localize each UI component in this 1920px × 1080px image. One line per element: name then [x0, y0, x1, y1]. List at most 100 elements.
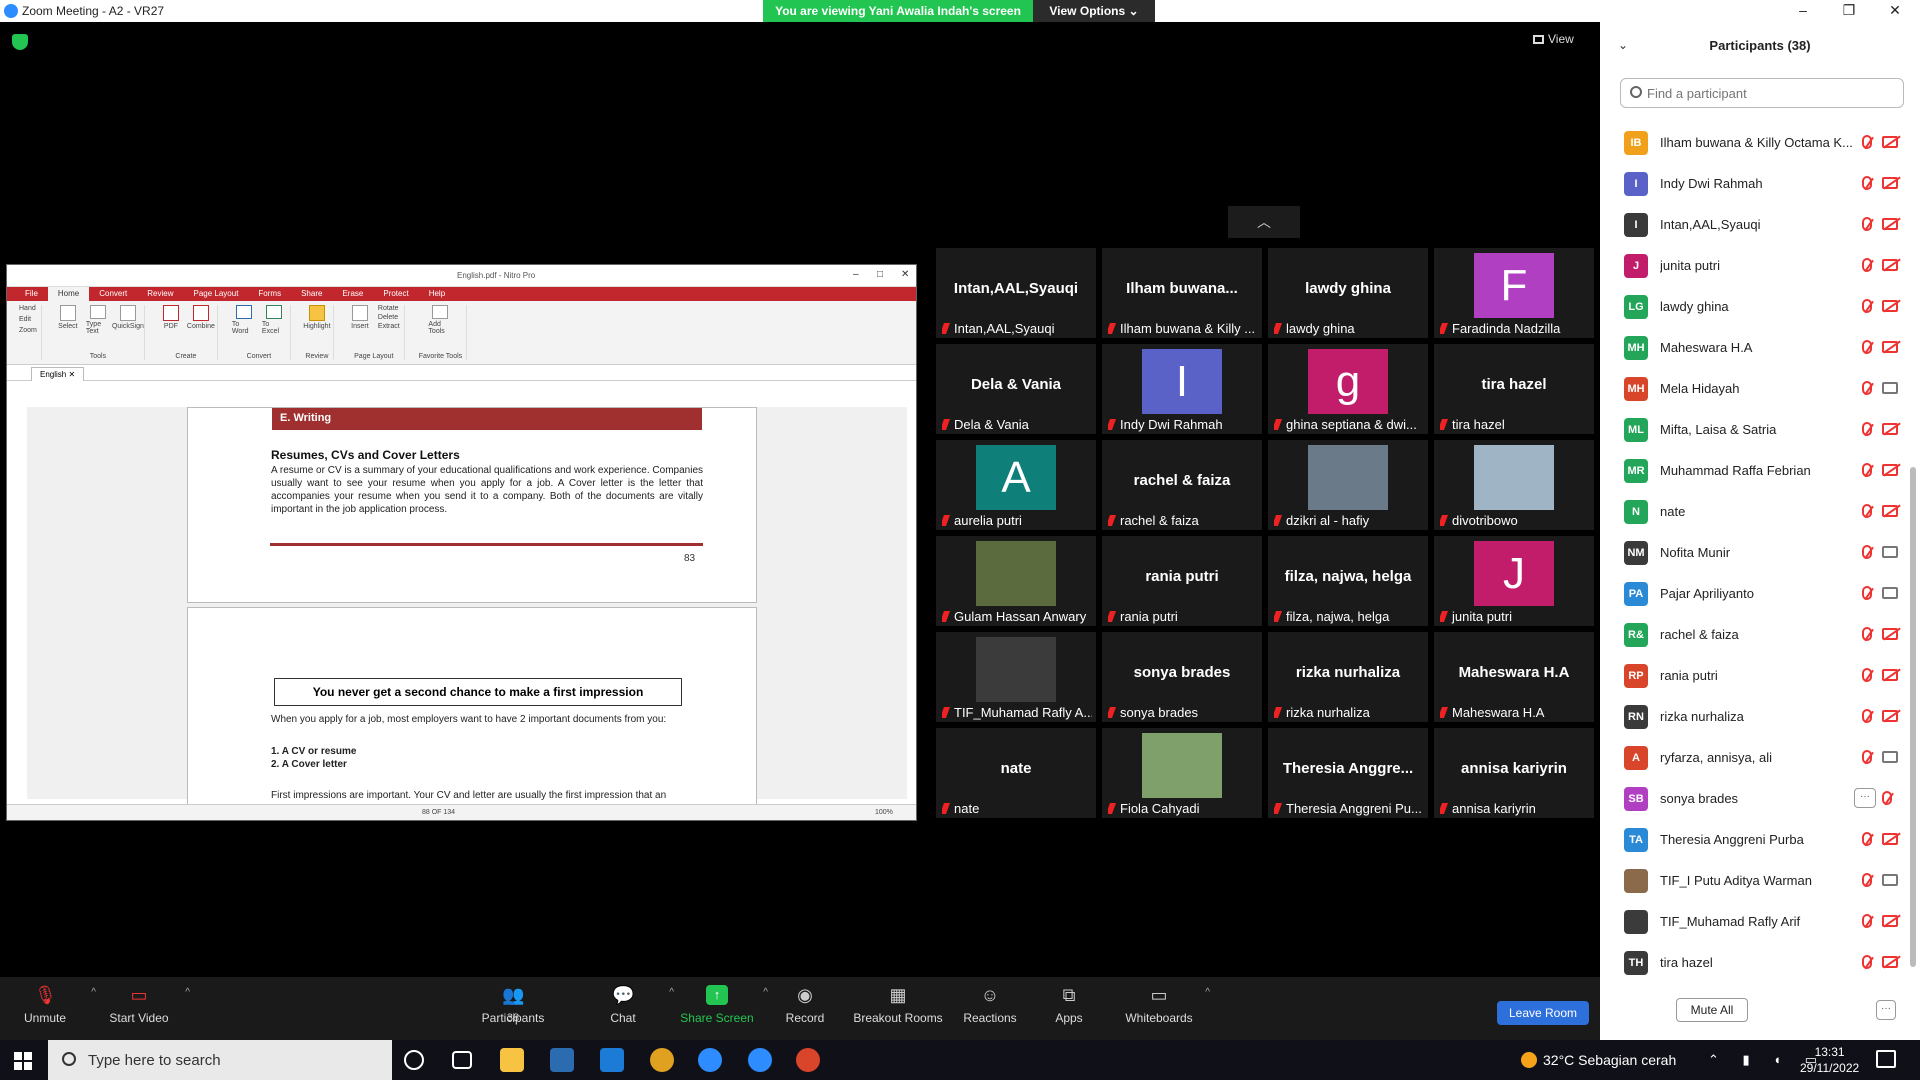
participant-row[interactable]: MR Muhammad Raffa Febrian — [1600, 450, 1910, 491]
to-word-tool: To Word — [232, 305, 256, 335]
whiteboards-button[interactable]: ▭ Whiteboards ^ — [1114, 985, 1210, 1025]
windows-start-icon[interactable] — [14, 1052, 32, 1070]
panel-scrollbar[interactable] — [1910, 467, 1916, 967]
share-screen-button[interactable]: ↑ Share Screen ^ — [672, 985, 768, 1025]
weather-widget[interactable]: 32°C Sebagian cerah — [1521, 1052, 1676, 1068]
video-tile[interactable]: annisa kariyrin annisa kariyrin — [1434, 728, 1594, 818]
video-off-icon — [1882, 177, 1898, 189]
participant-row[interactable]: IB Ilham buwana & Killy Octama K... — [1600, 122, 1910, 163]
participants-button[interactable]: 👥 38 Participants — [468, 985, 558, 1025]
participant-name: ryfarza, annisya, ali — [1660, 750, 1772, 765]
participant-row[interactable]: Jjunita putri — [1600, 245, 1910, 286]
video-tile[interactable]: tira hazel tira hazel — [1434, 344, 1594, 434]
participant-row[interactable]: I Indy Dwi Rahmah — [1600, 163, 1910, 204]
breakout-rooms-button[interactable]: ▦ Breakout Rooms — [853, 985, 943, 1025]
video-tile[interactable]: Gulam Hassan Anwary — [936, 536, 1096, 626]
video-tile[interactable]: nate nate — [936, 728, 1096, 818]
participant-row[interactable]: TA Theresia Anggreni Purba — [1600, 819, 1910, 860]
video-tile[interactable]: Fiola Cahyadi — [1102, 728, 1262, 818]
zoom-taskbar-icon[interactable] — [748, 1048, 772, 1072]
document-tab: English ✕ — [31, 367, 85, 381]
leave-room-button[interactable]: Leave Room — [1497, 1001, 1589, 1025]
start-video-button[interactable]: ▭ Start Video ^ — [94, 985, 190, 1025]
participant-row[interactable]: I Intan,AAL,Syauqi — [1600, 204, 1910, 245]
participant-row[interactable]: R& rachel & faiza — [1600, 614, 1910, 655]
video-tile[interactable]: filza, najwa, helga filza, najwa, helga — [1268, 536, 1428, 626]
video-tile[interactable]: F Faradinda Nadzilla — [1434, 248, 1594, 338]
nitro-menu-bar: File Home Convert Review Page Layout For… — [7, 287, 916, 301]
video-tile[interactable]: Maheswara H.A Maheswara H.A — [1434, 632, 1594, 722]
record-button[interactable]: ◉ Record — [760, 985, 850, 1025]
participant-name: Mifta, Laisa & Satria — [1660, 422, 1777, 437]
participant-row[interactable]: Aryfarza, annisya, ali — [1600, 737, 1910, 778]
video-tile[interactable]: Dela & Vania Dela & Vania — [936, 344, 1096, 434]
chevron-down-icon[interactable]: ⌄ — [1618, 38, 1628, 52]
video-tile[interactable]: I Indy Dwi Rahmah — [1102, 344, 1262, 434]
apps-button[interactable]: ⧉ Apps — [1024, 985, 1114, 1025]
participant-row[interactable]: Nnate — [1600, 491, 1910, 532]
more-options-icon[interactable]: ··· — [1854, 788, 1876, 808]
taskbar-search[interactable]: Type here to search — [48, 1040, 392, 1080]
view-button[interactable]: View — [1533, 32, 1574, 46]
tile-name-label: aurelia putri — [942, 513, 1092, 528]
video-tile[interactable]: Theresia Anggre... Theresia Anggreni Pu..… — [1268, 728, 1428, 818]
video-tile[interactable]: Jjunita putri — [1434, 536, 1594, 626]
store-icon[interactable] — [550, 1048, 574, 1072]
mail-icon[interactable] — [600, 1048, 624, 1072]
cortana-icon[interactable] — [404, 1050, 424, 1070]
minimize-button[interactable]: – — [1780, 0, 1826, 22]
view-label: View — [1548, 32, 1574, 46]
participant-row[interactable]: ML Mifta, Laisa & Satria — [1600, 409, 1910, 450]
video-tile[interactable]: rania putri rania putri — [1102, 536, 1262, 626]
mute-all-button[interactable]: Mute All — [1676, 998, 1748, 1022]
more-options-button[interactable]: ··· — [1876, 1000, 1896, 1020]
tile-display-name: annisa kariyrin — [1461, 760, 1567, 777]
video-tile[interactable]: rizka nurhaliza rizka nurhaliza — [1268, 632, 1428, 722]
shared-screen[interactable]: English.pdf - Nitro Pro – □ ✕ File Home … — [6, 264, 917, 821]
participant-row[interactable]: SB sonya brades ··· — [1600, 778, 1910, 819]
participant-row[interactable]: TIF_I Putu Aditya Warman — [1600, 860, 1910, 901]
teamviewer-icon[interactable] — [698, 1048, 722, 1072]
list-item: 2. A Cover letter — [271, 759, 347, 770]
taskbar-clock[interactable]: 13:31 29/11/2022 — [1800, 1044, 1859, 1076]
video-tile[interactable]: g ghina septiana & dwi... — [1268, 344, 1428, 434]
participant-search-input[interactable] — [1620, 78, 1904, 108]
video-tile[interactable]: Aaurelia putri — [936, 440, 1096, 530]
participant-row[interactable]: MH Mela Hidayah — [1600, 368, 1910, 409]
unmute-button[interactable]: 🎙 Unmute ^ — [0, 985, 96, 1025]
security-shield-icon[interactable] — [12, 34, 28, 50]
video-tile[interactable]: divotribowo — [1434, 440, 1594, 530]
mic-muted-icon — [1862, 258, 1872, 272]
video-tile[interactable]: Ilham buwana... Ilham buwana & Killy ... — [1102, 248, 1262, 338]
reactions-button[interactable]: ☺ Reactions — [945, 985, 1035, 1025]
video-tile[interactable]: Intan,AAL,Syauqi Intan,AAL,Syauqi — [936, 248, 1096, 338]
hand-tool: Hand — [19, 305, 36, 312]
notifications-icon[interactable] — [1876, 1050, 1896, 1068]
maximize-button[interactable]: ❐ — [1826, 0, 1872, 22]
video-tile[interactable]: TIF_Muhamad Rafly A... — [936, 632, 1096, 722]
chrome-icon[interactable] — [650, 1048, 674, 1072]
view-options-button[interactable]: View Options ⌄ — [1033, 0, 1155, 22]
participant-row[interactable]: MH Maheswara H.A — [1600, 327, 1910, 368]
task-view-icon[interactable] — [452, 1051, 472, 1069]
participant-avatar: MH — [1624, 336, 1648, 360]
participant-row[interactable]: TH tira hazel — [1600, 942, 1910, 982]
nitro-maximize-icon: □ — [877, 269, 884, 280]
participant-row[interactable]: TIF_Muhamad Rafly Arif — [1600, 901, 1910, 942]
tile-name-label: Maheswara H.A — [1440, 705, 1590, 720]
chat-button[interactable]: 💬 Chat ^ — [578, 985, 674, 1025]
participant-row[interactable]: NM Nofita Munir — [1600, 532, 1910, 573]
participant-row[interactable]: PA Pajar Apriliyanto — [1600, 573, 1910, 614]
collapse-videos-button[interactable]: ︿ — [1228, 206, 1300, 238]
video-tile[interactable]: sonya brades sonya brades — [1102, 632, 1262, 722]
file-explorer-icon[interactable] — [500, 1048, 524, 1072]
ribbon-group-label: Review — [305, 353, 329, 360]
close-button[interactable]: ✕ — [1872, 0, 1918, 22]
video-tile[interactable]: dzikri al - hafiy — [1268, 440, 1428, 530]
participant-row[interactable]: RN rizka nurhaliza — [1600, 696, 1910, 737]
video-tile[interactable]: lawdy ghina lawdy ghina — [1268, 248, 1428, 338]
participant-row[interactable]: LG lawdy ghina — [1600, 286, 1910, 327]
video-tile[interactable]: rachel & faiza rachel & faiza — [1102, 440, 1262, 530]
chrome-profile-icon[interactable] — [796, 1048, 820, 1072]
participant-row[interactable]: RP rania putri — [1600, 655, 1910, 696]
